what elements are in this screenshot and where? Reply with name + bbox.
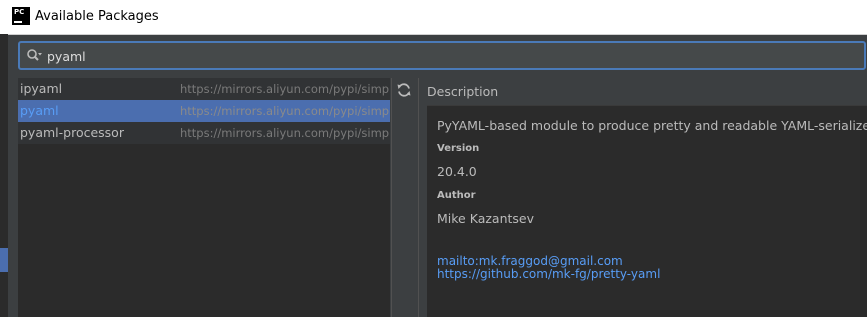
package-summary: PyYAML-based module to produce pretty an… xyxy=(437,118,867,133)
background-window-edge xyxy=(0,34,8,317)
package-repository-url: https://mirrors.aliyun.com/pypi/simple/ xyxy=(180,126,390,140)
version-label: Version xyxy=(437,143,480,154)
version-value: 20.4.0 xyxy=(437,164,477,179)
search-box[interactable] xyxy=(18,41,866,70)
pycharm-logo-icon: PC xyxy=(12,7,30,25)
list-item[interactable]: ipyaml https://mirrors.aliyun.com/pypi/s… xyxy=(18,78,390,100)
author-value: Mike Kazantsev xyxy=(437,211,534,226)
package-repository-url: https://mirrors.aliyun.com/pypi/simple/ xyxy=(180,104,390,118)
package-name: pyaml xyxy=(20,103,59,118)
package-name: ipyaml xyxy=(20,81,63,96)
list-item-selected[interactable]: pyaml https://mirrors.aliyun.com/pypi/si… xyxy=(18,100,390,122)
author-label: Author xyxy=(437,190,476,201)
refresh-icon[interactable] xyxy=(396,82,412,98)
list-item[interactable]: pyaml-processor https://mirrors.aliyun.c… xyxy=(18,122,390,144)
divider xyxy=(391,78,392,317)
homepage-link[interactable]: https://github.com/mk-fg/pretty-yaml xyxy=(437,267,660,281)
author-email-link[interactable]: mailto:mk.fraggod@gmail.com xyxy=(437,254,623,268)
description-header: Description xyxy=(427,84,499,99)
description-panel: PyYAML-based module to produce pretty an… xyxy=(427,105,867,317)
title-bar: PC Available Packages xyxy=(0,0,867,35)
search-input[interactable] xyxy=(47,47,747,65)
package-list[interactable]: ipyaml https://mirrors.aliyun.com/pypi/s… xyxy=(18,78,390,317)
divider xyxy=(418,78,419,317)
package-repository-url: https://mirrors.aliyun.com/pypi/simple/ xyxy=(180,82,390,96)
window-title: Available Packages xyxy=(35,9,159,24)
package-name: pyaml-processor xyxy=(20,125,124,140)
search-icon[interactable] xyxy=(26,48,43,63)
